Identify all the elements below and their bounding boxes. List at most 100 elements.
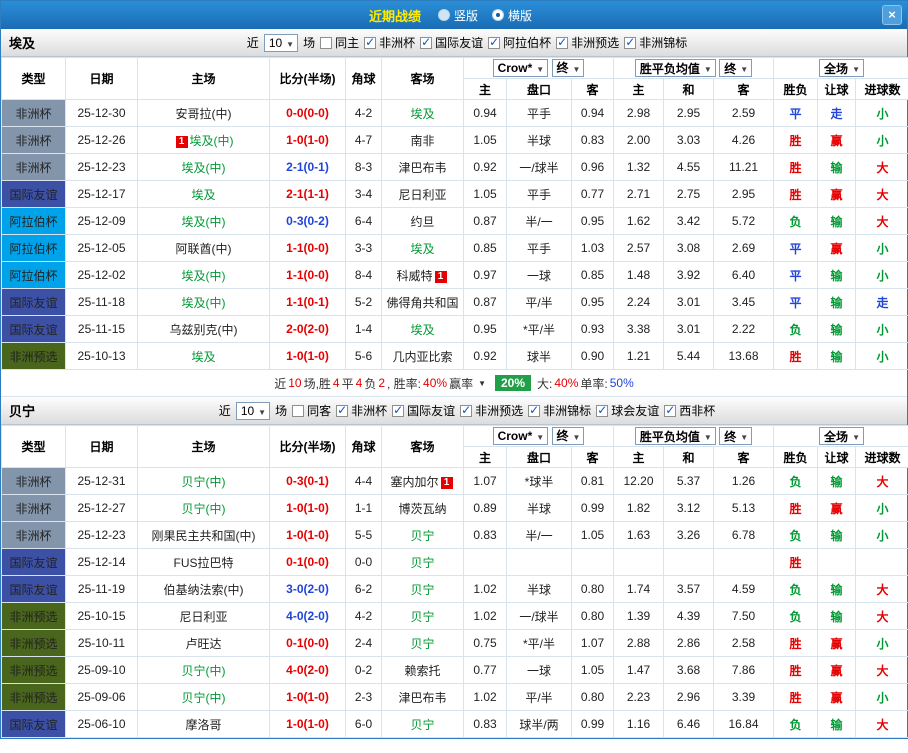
handicap-line: 平手 [506,99,572,127]
league-filter-label: 非洲锦标 [639,36,688,50]
away-odds [570,548,615,576]
away-odds: 0.95 [570,288,615,316]
away-team-name: 埃及 [410,322,435,337]
home-team: 埃及(中) [137,153,270,181]
avg-away-odds: 2.95 [713,180,775,208]
match-score: 1-1(0-0) [269,261,346,289]
table-body: 非洲杯 25-12-30 安哥拉(中) 0-0(0-0) 4-2 埃及 0.94 平手 0.94… [1,99,908,370]
vertical-layout-radio[interactable]: 竖版 [437,7,478,24]
league-filter-checkbox[interactable]: 西非杯 [664,402,715,419]
match-date: 25-11-19 [65,575,138,603]
same-venue-checkbox[interactable]: 同主 [320,34,359,51]
away-odds: 0.94 [570,99,615,127]
away-odds: 0.81 [570,467,615,495]
match-result: 负 [773,467,819,495]
checkbox-icon [392,403,405,417]
col-header-corner: 角球 [345,57,382,100]
avg-away-odds: 6.40 [713,261,775,289]
match-row: 国际友谊 25-12-17 埃及 2-1(1-1) 3-4 尼日利亚 1.05 平手 0.77 2… [1,180,908,208]
handicap-line: 一球 [506,656,572,684]
handicap-line: 平/半 [506,288,572,316]
col-header-type: 类型 [1,425,66,468]
avg-type-select[interactable]: 胜平负均值 [634,59,716,77]
corner-count: 1-1 [345,494,382,522]
avg-home-odds: 2.23 [613,683,665,711]
summary-segment: 场,胜 [303,376,331,391]
same-venue-checkbox[interactable]: 同客 [292,402,331,419]
avg-time-select[interactable]: 终 [719,427,753,445]
avg-type-select[interactable]: 胜平负均值 [634,427,716,445]
league-filter-checkbox[interactable]: 非洲杯 [364,34,415,51]
league-filter-checkbox[interactable]: 球会友谊 [596,402,659,419]
away-odds: 0.83 [570,126,615,154]
avg-away-odds: 2.69 [713,234,775,262]
team-name: 贝宁 [9,404,36,419]
league-filter-label: 非洲杯 [379,36,416,50]
away-team: 南非 [381,126,464,154]
avg-home-odds: 1.21 [613,342,665,370]
home-team: 刚果民主共和国(中) [137,521,270,549]
table-header: 类型 日期 主场 比分(半场) 角球 客场 Crow* 终 胜平负均值 终 [1,425,908,468]
league-filter-label: 国际友谊 [435,36,484,50]
odds-company-select[interactable]: Crow* [492,427,549,446]
match-type-badge: 非洲杯 [1,153,66,181]
col-header-home: 主场 [137,57,270,100]
match-scope-select[interactable]: 全场 [819,59,864,77]
league-filter-checkbox[interactable]: 非洲锦标 [624,34,687,51]
match-scope-select[interactable]: 全场 [819,427,864,445]
handicap-line: 平手 [506,180,572,208]
away-odds: 1.05 [570,521,615,549]
col-header-away: 客场 [381,425,464,468]
goals-result [855,548,908,576]
sub-header: 盘口 [506,78,572,100]
away-odds: 0.85 [570,261,615,289]
match-count-select[interactable]: 10 [263,33,299,52]
league-filter-checkbox[interactable]: 非洲杯 [336,402,387,419]
away-odds: 0.93 [570,315,615,343]
match-date: 25-12-23 [65,521,138,549]
horizontal-layout-radio[interactable]: 横版 [492,7,532,24]
away-team-name: 尼日利亚 [398,187,447,202]
avg-time-select[interactable]: 终 [719,59,753,77]
sub-header: 主 [463,446,507,468]
away-team-name: 贝宁 [410,717,435,732]
away-team: 津巴布韦 [381,683,464,711]
league-filter-checkbox[interactable]: 非洲预选 [556,34,619,51]
match-result: 胜 [773,683,819,711]
away-odds: 0.95 [570,207,615,235]
section-header: 贝宁 近 10 场 同客 非洲杯 国际友谊 非洲预选 非洲锦标 球会友谊 西非杯 [1,397,907,425]
team-section: 埃及 近 10 场 同主 非洲杯国际友谊阿拉伯杯非洲预选非洲锦标 类型 [1,29,908,397]
league-filter-checkbox[interactable]: 国际友谊 [392,402,455,419]
league-filter-checkbox[interactable]: 国际友谊 [420,34,483,51]
match-type-badge: 国际友谊 [1,315,66,343]
avg-draw-odds: 3.01 [663,288,715,316]
away-team: 津巴布韦 [381,153,464,181]
sub-header: 和 [663,78,715,100]
odds-time-select[interactable]: 终 [551,426,585,445]
match-row: 非洲预选 25-09-06 贝宁(中) 1-0(1-0) 2-3 津巴布韦 1.02 平/半 0… [1,683,908,711]
match-row: 非洲杯 25-12-30 安哥拉(中) 0-0(0-0) 4-2 埃及 0.94 平手 0.94… [1,99,908,127]
odds-time-select[interactable]: 终 [551,58,585,77]
checkbox-icon [320,36,333,49]
match-date: 25-10-15 [65,602,138,630]
match-count-select[interactable]: 10 [235,401,271,420]
avg-draw-odds [663,548,715,576]
chevron-down-icon [740,429,748,443]
match-row: 非洲预选 25-09-10 贝宁(中) 4-0(2-0) 0-2 赖索托 0.77 一球 1.0… [1,656,908,684]
close-button[interactable]: × [882,5,902,25]
goals-result: 走 [855,288,908,316]
odds-header-group: Crow* 终 [462,57,615,79]
sub-header: 客 [570,446,615,468]
league-filter-checkbox[interactable]: 阿拉伯杯 [488,34,551,51]
league-filter-checkbox[interactable]: 非洲锦标 [528,402,591,419]
avg-home-odds: 1.62 [613,207,665,235]
corner-count: 1-4 [345,315,382,343]
handicap-line: 半球 [506,575,572,603]
corner-count: 2-4 [345,629,382,657]
chevron-down-icon [536,61,544,75]
match-row: 非洲杯 25-12-26 1 埃及(中) 1-0(1-0) 4-7 南非 1.05 半球 0.83… [1,126,908,154]
away-team-name: 佛得角共和国 [386,295,459,310]
odds-company-select[interactable]: Crow* [492,59,549,78]
league-filter-checkbox[interactable]: 非洲预选 [460,402,523,419]
away-team: 约旦 [381,207,464,235]
